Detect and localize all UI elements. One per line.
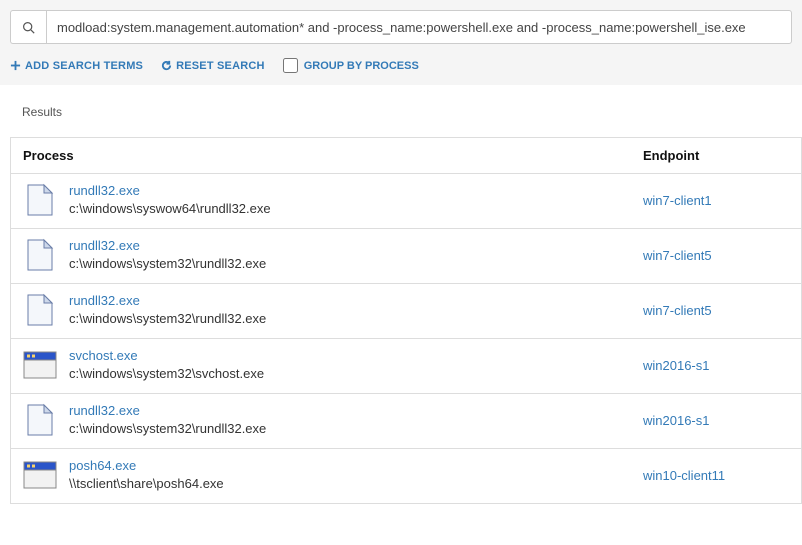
search-icon[interactable]	[10, 10, 46, 44]
process-text: rundll32.exec:\windows\system32\rundll32…	[69, 292, 266, 327]
process-path: \\tsclient\share\posh64.exe	[69, 475, 224, 493]
reset-search-button[interactable]: RESET SEARCH	[161, 60, 265, 72]
table-row[interactable]: rundll32.exec:\windows\system32\rundll32…	[11, 284, 801, 339]
endpoint-link[interactable]: win2016-s1	[643, 358, 789, 373]
table-row[interactable]: rundll32.exec:\windows\system32\rundll32…	[11, 394, 801, 449]
process-path: c:\windows\system32\svchost.exe	[69, 365, 264, 383]
process-cell: rundll32.exec:\windows\system32\rundll32…	[23, 292, 643, 328]
process-cell: posh64.exe\\tsclient\share\posh64.exe	[23, 457, 643, 493]
process-cell: rundll32.exec:\windows\system32\rundll32…	[23, 402, 643, 438]
endpoint-link[interactable]: win7-client5	[643, 248, 789, 263]
file-icon	[23, 402, 57, 438]
process-text: rundll32.exec:\windows\system32\rundll32…	[69, 402, 266, 437]
process-text: rundll32.exec:\windows\syswow64\rundll32…	[69, 182, 271, 217]
add-search-terms-label: ADD SEARCH TERMS	[25, 60, 143, 72]
process-path: c:\windows\system32\rundll32.exe	[69, 310, 266, 328]
window-icon	[23, 347, 57, 383]
process-name-link[interactable]: posh64.exe	[69, 457, 224, 475]
table-body: rundll32.exec:\windows\syswow64\rundll32…	[11, 174, 801, 504]
table-row[interactable]: rundll32.exec:\windows\syswow64\rundll32…	[11, 174, 801, 229]
endpoint-link[interactable]: win10-client11	[643, 468, 789, 483]
table-row[interactable]: svchost.exec:\windows\system32\svchost.e…	[11, 339, 801, 394]
reset-search-label: RESET SEARCH	[176, 60, 265, 72]
plus-icon	[10, 60, 21, 71]
group-by-process-toggle[interactable]: GROUP BY PROCESS	[283, 58, 419, 73]
process-path: c:\windows\syswow64\rundll32.exe	[69, 200, 271, 218]
group-by-process-checkbox[interactable]	[283, 58, 298, 73]
search-row	[10, 10, 792, 44]
group-by-process-label: GROUP BY PROCESS	[304, 60, 419, 72]
process-text: posh64.exe\\tsclient\share\posh64.exe	[69, 457, 224, 492]
table-header-row: Process Endpoint	[11, 138, 801, 174]
endpoint-link[interactable]: win2016-s1	[643, 413, 789, 428]
results-heading: Results	[0, 85, 802, 137]
file-icon	[23, 292, 57, 328]
process-name-link[interactable]: svchost.exe	[69, 347, 264, 365]
table-row[interactable]: posh64.exe\\tsclient\share\posh64.exe win…	[11, 449, 801, 504]
process-name-link[interactable]: rundll32.exe	[69, 402, 266, 420]
process-text: svchost.exec:\windows\system32\svchost.e…	[69, 347, 264, 382]
process-name-link[interactable]: rundll32.exe	[69, 237, 266, 255]
search-panel: ADD SEARCH TERMS RESET SEARCH GROUP BY P…	[0, 0, 802, 85]
endpoint-link[interactable]: win7-client1	[643, 193, 789, 208]
table-row[interactable]: rundll32.exec:\windows\system32\rundll32…	[11, 229, 801, 284]
column-header-process[interactable]: Process	[23, 148, 643, 163]
refresh-icon	[161, 60, 172, 71]
process-cell: rundll32.exec:\windows\system32\rundll32…	[23, 237, 643, 273]
process-cell: rundll32.exec:\windows\syswow64\rundll32…	[23, 182, 643, 218]
endpoint-link[interactable]: win7-client5	[643, 303, 789, 318]
column-header-endpoint[interactable]: Endpoint	[643, 148, 789, 163]
process-name-link[interactable]: rundll32.exe	[69, 182, 271, 200]
action-row: ADD SEARCH TERMS RESET SEARCH GROUP BY P…	[10, 58, 792, 73]
process-cell: svchost.exec:\windows\system32\svchost.e…	[23, 347, 643, 383]
process-name-link[interactable]: rundll32.exe	[69, 292, 266, 310]
search-input[interactable]	[46, 10, 792, 44]
process-path: c:\windows\system32\rundll32.exe	[69, 255, 266, 273]
window-icon	[23, 457, 57, 493]
file-icon	[23, 237, 57, 273]
file-icon	[23, 182, 57, 218]
process-text: rundll32.exec:\windows\system32\rundll32…	[69, 237, 266, 272]
add-search-terms-button[interactable]: ADD SEARCH TERMS	[10, 60, 143, 72]
results-table: Process Endpoint rundll32.exec:\windows\…	[10, 137, 802, 504]
process-path: c:\windows\system32\rundll32.exe	[69, 420, 266, 438]
